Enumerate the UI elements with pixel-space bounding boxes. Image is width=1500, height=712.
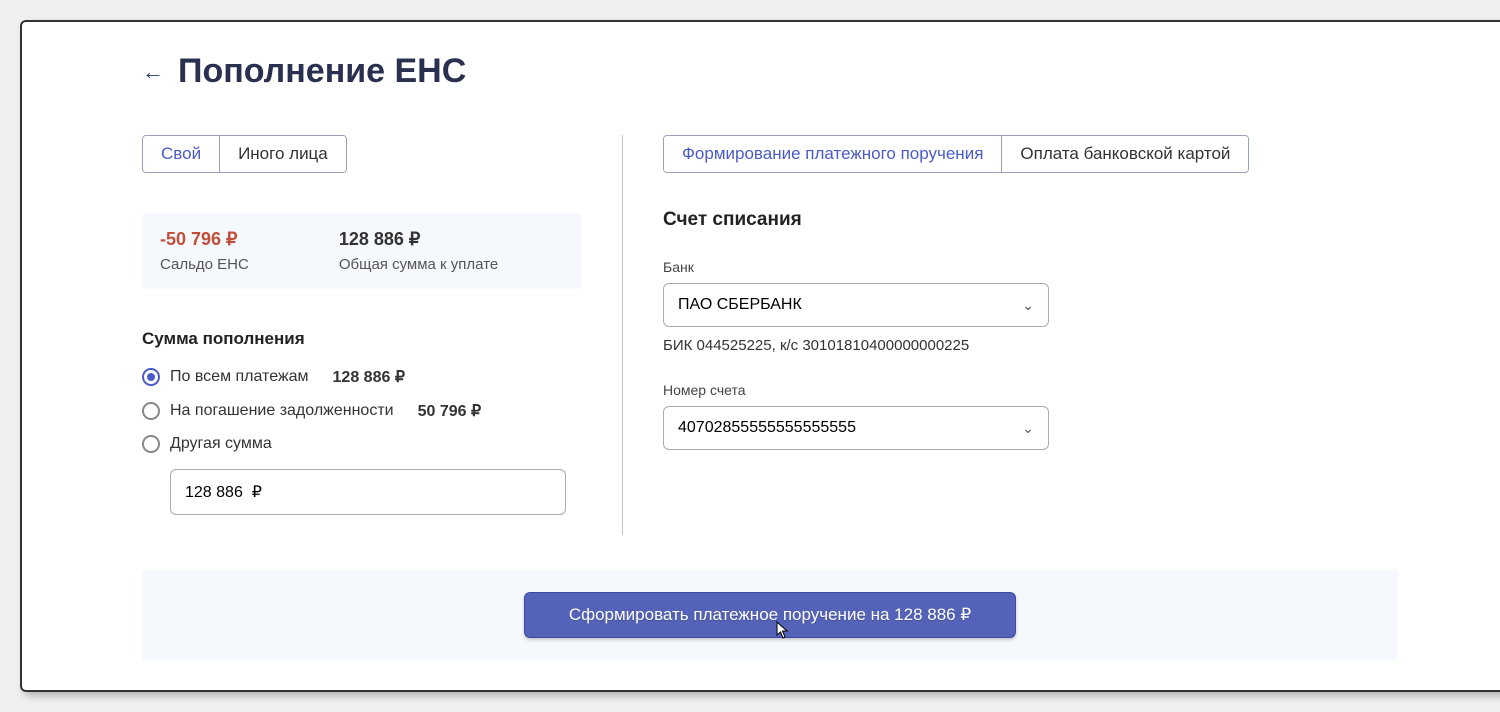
payer-tabs: Свой Иного лица xyxy=(142,135,347,173)
bank-detail-text: БИК 044525225, к/с 30101810400000000225 xyxy=(663,337,1398,354)
radio-icon-unchecked xyxy=(142,402,160,420)
radio-label: По всем платежам xyxy=(170,368,309,386)
payment-method-tabs: Формирование платежного поручения Оплата… xyxy=(663,135,1249,173)
back-arrow-icon[interactable]: ← xyxy=(142,59,164,85)
chevron-down-icon: ⌄ xyxy=(1022,420,1034,437)
radio-amount: 50 796 ₽ xyxy=(418,401,482,421)
tab-payment-order[interactable]: Формирование платежного поручения xyxy=(664,136,1001,172)
tab-bank-card[interactable]: Оплата банковской картой xyxy=(1001,136,1248,172)
page-title: Пополнение ЕНС xyxy=(178,52,466,91)
tab-own[interactable]: Свой xyxy=(143,136,219,172)
radio-label: Другая сумма xyxy=(170,435,272,453)
radio-other-amount[interactable]: Другая сумма xyxy=(142,435,582,453)
balance-label: Сальдо ЕНС xyxy=(160,256,249,273)
total-label: Общая сумма к уплате xyxy=(339,256,498,273)
radio-debt[interactable]: На погашение задолженности 50 796 ₽ xyxy=(142,401,582,421)
bank-select[interactable]: ПАО СБЕРБАНК ⌄ xyxy=(663,283,1049,327)
account-select-value: 40702855555555555555 xyxy=(678,419,856,437)
page-header: ← Пополнение ЕНС xyxy=(142,52,1398,91)
radio-label: На погашение задолженности xyxy=(170,402,394,420)
radio-all-payments[interactable]: По всем платежам 128 886 ₽ xyxy=(142,367,582,387)
total-item: 128 886 ₽ Общая сумма к уплате xyxy=(339,229,498,273)
radio-amount: 128 886 ₽ xyxy=(333,367,405,387)
right-panel: Формирование платежного поручения Оплата… xyxy=(622,135,1398,535)
radio-icon-unchecked xyxy=(142,435,160,453)
bank-label: Банк xyxy=(663,259,1398,275)
radio-icon-checked xyxy=(142,368,160,386)
tab-other-person[interactable]: Иного лица xyxy=(219,136,346,172)
account-label: Номер счета xyxy=(663,382,1398,398)
balance-value: -50 796 ₽ xyxy=(160,229,249,250)
submit-button[interactable]: Сформировать платежное поручение на 128 … xyxy=(524,592,1016,638)
main-content: Свой Иного лица -50 796 ₽ Сальдо ЕНС 128… xyxy=(142,135,1398,535)
bank-select-value: ПАО СБЕРБАНК xyxy=(678,296,802,314)
amount-input-wrapper[interactable] xyxy=(170,469,566,515)
balance-info-box: -50 796 ₽ Сальдо ЕНС 128 886 ₽ Общая сум… xyxy=(142,213,582,289)
left-panel: Свой Иного лица -50 796 ₽ Сальдо ЕНС 128… xyxy=(142,135,622,535)
amount-heading: Сумма пополнения xyxy=(142,329,582,349)
amount-radios: По всем платежам 128 886 ₽ На погашение … xyxy=(142,367,582,453)
footer-bar: Сформировать платежное поручение на 128 … xyxy=(142,570,1398,660)
cursor-icon xyxy=(776,621,790,639)
balance-item: -50 796 ₽ Сальдо ЕНС xyxy=(160,229,249,273)
debit-account-title: Счет списания xyxy=(663,209,1398,231)
amount-input[interactable] xyxy=(185,483,551,501)
account-select[interactable]: 40702855555555555555 ⌄ xyxy=(663,406,1049,450)
page-frame: ← Пополнение ЕНС Свой Иного лица -50 796… xyxy=(20,20,1500,692)
total-value: 128 886 ₽ xyxy=(339,229,498,250)
chevron-down-icon: ⌄ xyxy=(1022,297,1034,314)
